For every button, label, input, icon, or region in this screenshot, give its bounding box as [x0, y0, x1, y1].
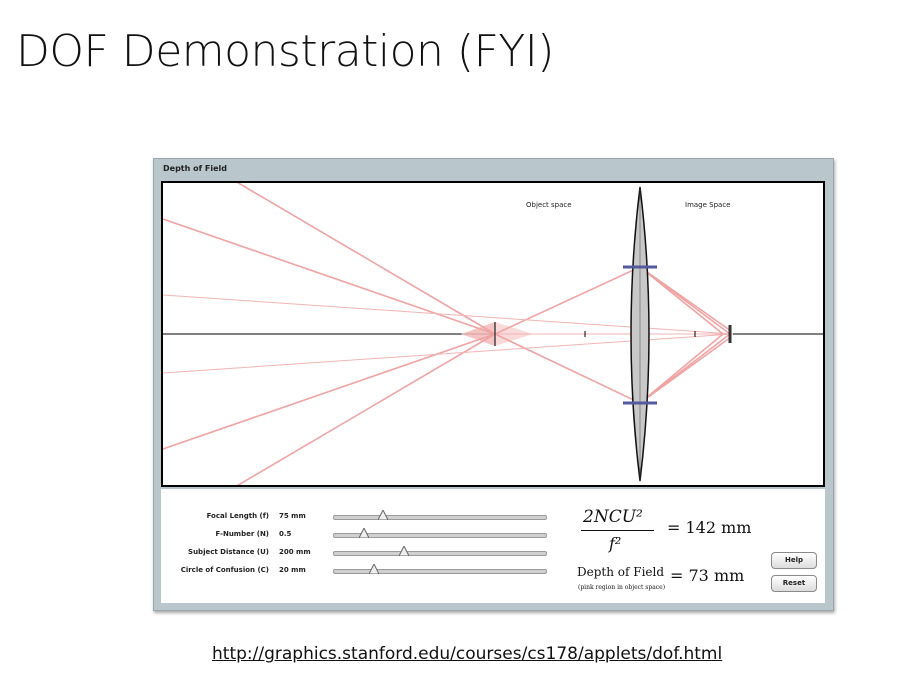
ray — [494, 266, 641, 335]
controls-panel: Focal Length (f) 75 mm F-Number (N) 0.5 … — [161, 489, 825, 603]
control-circle-of-confusion: Circle of Confusion (C) 20 mm — [161, 563, 561, 579]
control-value: 75 mm — [279, 512, 306, 520]
slider-thumb[interactable] — [377, 510, 388, 520]
control-label: Focal Length (f) — [206, 512, 269, 520]
formula-result: = 142 mm — [667, 518, 752, 537]
control-subject-distance: Subject Distance (U) 200 mm — [161, 545, 561, 561]
image-space-label: Image Space — [685, 201, 731, 209]
circle-of-confusion-slider[interactable] — [333, 564, 547, 574]
ray — [639, 336, 732, 404]
reset-button[interactable]: Reset — [771, 575, 817, 592]
dof-applet: Depth of Field Object space Image Space … — [153, 158, 834, 611]
applet-title: Depth of Field — [163, 164, 227, 173]
ray — [639, 266, 724, 335]
ray — [494, 333, 641, 404]
object-space-label: Object space — [526, 201, 572, 209]
control-value: 200 mm — [279, 548, 311, 556]
dof-note: (pink region in object space) — [578, 584, 666, 591]
control-label: F-Number (N) — [215, 530, 269, 538]
optics-diagram[interactable]: Object space Image Space — [161, 181, 825, 487]
f-number-slider[interactable] — [333, 528, 547, 538]
source-link[interactable]: http://graphics.stanford.edu/courses/cs1… — [212, 644, 722, 664]
control-focal-length: Focal Length (f) 75 mm — [161, 509, 561, 525]
formula-numerator: 2NCU² — [583, 507, 643, 527]
formula-denominator: f² — [609, 534, 622, 553]
focal-length-slider[interactable] — [333, 510, 547, 520]
ray — [639, 266, 732, 332]
subject-distance-slider[interactable] — [333, 546, 547, 556]
dof-region — [461, 322, 495, 346]
slider-thumb[interactable] — [358, 528, 369, 538]
control-value: 20 mm — [279, 566, 306, 574]
control-value: 0.5 — [279, 530, 292, 538]
dof-result: = 73 mm — [670, 566, 745, 585]
dof-label: Depth of Field — [577, 565, 665, 579]
ray — [236, 333, 496, 485]
fraction-bar — [581, 530, 654, 531]
ray — [236, 183, 496, 335]
slide-title: DOF Demonstration (FYI) — [16, 26, 554, 77]
control-label: Circle of Confusion (C) — [180, 566, 269, 574]
control-f-number: F-Number (N) 0.5 — [161, 527, 561, 543]
ray — [639, 333, 724, 404]
help-button[interactable]: Help — [771, 552, 817, 569]
optics-canvas — [163, 183, 823, 485]
control-label: Subject Distance (U) — [188, 548, 269, 556]
slider-thumb[interactable] — [398, 546, 409, 556]
slider-thumb[interactable] — [369, 564, 380, 574]
